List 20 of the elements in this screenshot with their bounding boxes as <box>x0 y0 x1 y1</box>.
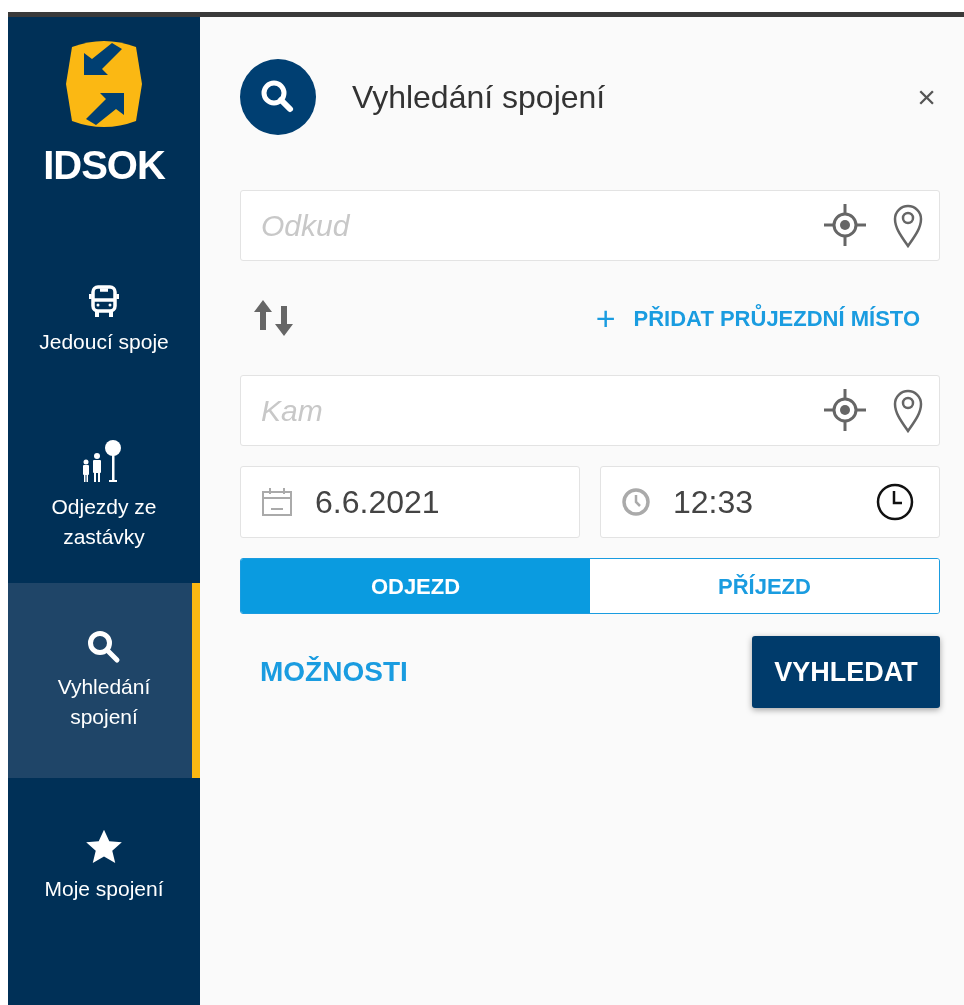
search-icon <box>240 59 316 135</box>
clock-icon <box>621 487 651 517</box>
time-field[interactable]: 12:33 <box>600 466 940 538</box>
sidebar-item[interactable]: Moje spojení <box>8 778 200 953</box>
clock-icon[interactable] <box>875 482 915 522</box>
brand-name: IDSOK <box>43 145 165 185</box>
sidebar-item[interactable]: Vyhledání spojení <box>8 583 200 778</box>
sidebar-item[interactable]: Odjezdy ze zastávky <box>8 408 200 583</box>
search-button[interactable]: VYHLEDAT <box>752 636 940 708</box>
map-pin-icon[interactable] <box>892 387 924 433</box>
panel-title: Vyhledání spojení <box>352 78 607 117</box>
calendar-icon <box>261 487 293 517</box>
locate-icon[interactable] <box>822 202 868 248</box>
date-field[interactable]: 6.6.2021 <box>240 466 580 538</box>
close-button[interactable]: × <box>917 81 940 113</box>
locate-icon[interactable] <box>822 387 868 433</box>
sidebar-item[interactable]: Jedoucí spoje <box>8 233 200 408</box>
bus-icon <box>89 284 119 319</box>
search-icon <box>87 630 121 665</box>
map-pin-icon[interactable] <box>892 202 924 248</box>
